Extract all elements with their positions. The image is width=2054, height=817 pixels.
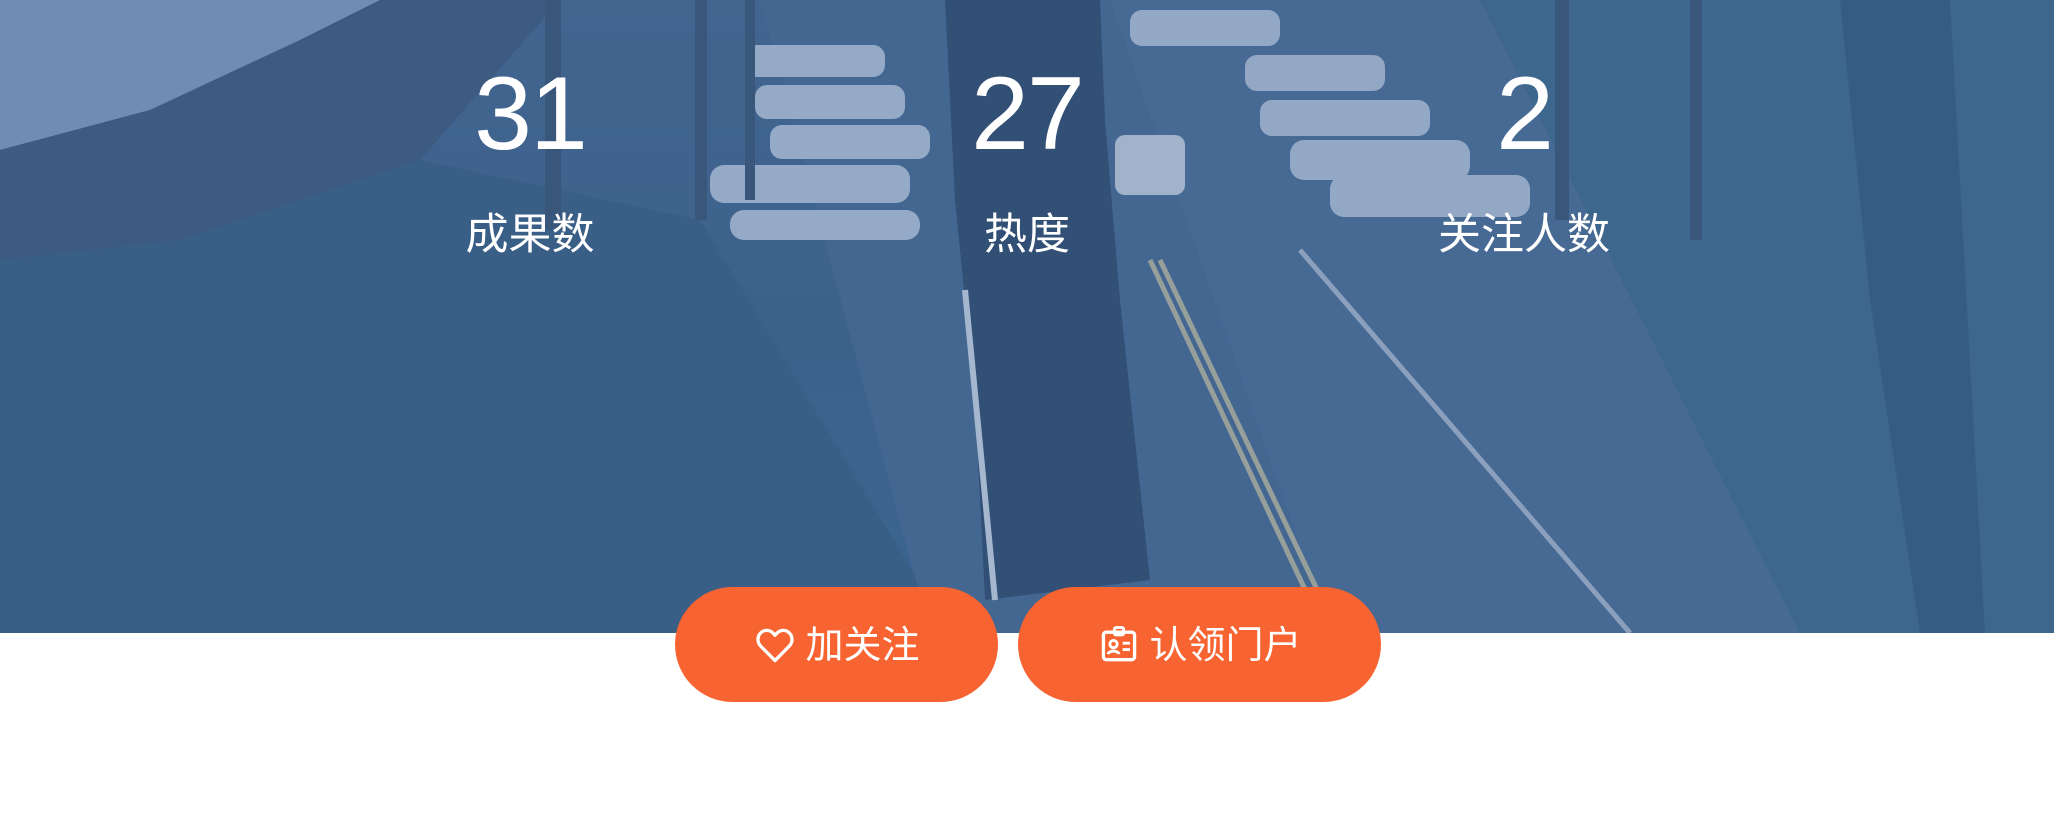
stat-value: 31 [474, 56, 588, 172]
id-badge-icon [1102, 625, 1137, 661]
stat-value: 27 [971, 56, 1085, 172]
stat-popularity: 27 热度 [877, 55, 1177, 263]
stat-label: 关注人数 [1438, 210, 1610, 260]
heart-icon [756, 628, 795, 662]
claim-portal-button-label: 认领门户 [1149, 622, 1302, 667]
action-bar: 加关注 认领门户 [0, 587, 2054, 702]
stat-label: 热度 [984, 210, 1070, 260]
stat-achievements: 31 成果数 [380, 55, 680, 263]
follow-button[interactable]: 加关注 [675, 587, 998, 702]
stat-followers: 2 关注人数 [1374, 55, 1674, 263]
hero-banner: 31 成果数 27 热度 2 关注人数 [0, 0, 2054, 633]
stat-label: 成果数 [465, 210, 595, 260]
stat-value: 2 [1496, 56, 1554, 172]
claim-portal-button[interactable]: 认领门户 [1018, 587, 1381, 702]
portal-header: 31 成果数 27 热度 2 关注人数 加关注 认领门户 [0, 0, 2054, 817]
follow-button-label: 加关注 [805, 622, 920, 667]
